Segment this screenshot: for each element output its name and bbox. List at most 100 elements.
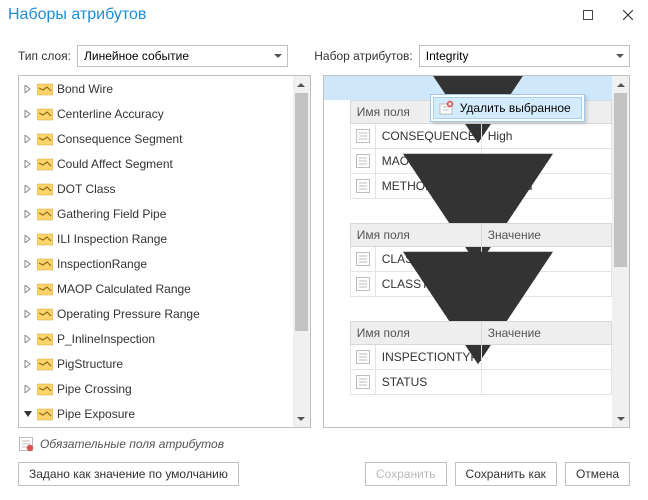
attr-set-select[interactable]: Integrity bbox=[419, 45, 630, 67]
tree-item-label: Bond Wire bbox=[57, 82, 113, 96]
expander-icon[interactable] bbox=[23, 84, 33, 94]
expander-icon[interactable] bbox=[23, 384, 33, 394]
required-fields-text: Обязательные поля атрибутов bbox=[40, 437, 224, 451]
save-as-button[interactable]: Сохранить как bbox=[455, 462, 557, 486]
tree-item-label: Consequence Segment bbox=[57, 132, 182, 146]
layer-type-value: Линейное событие bbox=[84, 49, 189, 63]
grid-row[interactable]: STATUS bbox=[350, 370, 612, 395]
layer-icon bbox=[37, 182, 53, 196]
cancel-button[interactable]: Отмена bbox=[565, 462, 630, 486]
expander-icon[interactable] bbox=[23, 184, 33, 194]
expander-icon[interactable] bbox=[23, 284, 33, 294]
expander-icon[interactable] bbox=[23, 309, 33, 319]
left-panel: Bond Wire Centerline Accuracy Consequence … bbox=[18, 75, 311, 428]
tree-item[interactable]: Pipe Crossing bbox=[19, 376, 293, 401]
titlebar: Наборы атрибутов bbox=[0, 0, 648, 30]
layer-icon bbox=[37, 207, 53, 221]
right-scrollbar[interactable] bbox=[612, 76, 629, 427]
tree-item-label: Gathering Field Pipe bbox=[57, 207, 166, 221]
attr-set-label: Набор атрибутов: bbox=[314, 49, 413, 63]
tree-item[interactable]: PigStructure bbox=[19, 351, 293, 376]
layer-icon bbox=[37, 107, 53, 121]
scroll-up-icon[interactable] bbox=[612, 76, 629, 93]
set-default-button[interactable]: Задано как значение по умолчанию bbox=[18, 462, 239, 486]
context-menu: Удалить выбранное bbox=[430, 94, 585, 122]
cell-value[interactable] bbox=[482, 345, 612, 370]
expander-icon[interactable] bbox=[23, 409, 33, 419]
expander-icon[interactable] bbox=[23, 134, 33, 144]
panels: Bond Wire Centerline Accuracy Consequence … bbox=[0, 75, 648, 428]
field-icon bbox=[350, 345, 376, 370]
scroll-down-icon[interactable] bbox=[612, 410, 629, 427]
buttons-row: Задано как значение по умолчанию Сохрани… bbox=[0, 458, 648, 500]
segment-header[interactable]: DOT Class bbox=[324, 199, 612, 223]
tree-item[interactable]: P_InlineInspection bbox=[19, 326, 293, 351]
tree-item[interactable]: Pipe Exposure bbox=[19, 401, 293, 426]
menu-delete-selected-label: Удалить выбранное bbox=[460, 101, 571, 115]
tree-item-label: ILI Inspection Range bbox=[57, 232, 167, 246]
layer-icon bbox=[37, 407, 53, 421]
grid-header: Имя поляЗначение bbox=[350, 321, 612, 345]
tree-item-label: MAOP Calculated Range bbox=[57, 282, 191, 296]
tree-item[interactable]: DOT Class bbox=[19, 176, 293, 201]
tree-item[interactable]: Centerline Accuracy bbox=[19, 101, 293, 126]
right-panel: Consequence SegmentИмя поляЗначениеCONSE… bbox=[323, 75, 630, 428]
grid-row[interactable]: INSPECTIONTYPE bbox=[350, 345, 612, 370]
cell-field: STATUS bbox=[376, 370, 482, 395]
required-icon bbox=[18, 436, 34, 452]
delete-icon bbox=[438, 100, 454, 116]
layer-icon bbox=[37, 82, 53, 96]
expander-icon[interactable] bbox=[23, 359, 33, 369]
expander-icon[interactable] bbox=[23, 334, 33, 344]
tree-item[interactable]: Could Affect Segment bbox=[19, 151, 293, 176]
expander-icon[interactable] bbox=[23, 209, 33, 219]
cell-field: INSPECTIONTYPE bbox=[376, 345, 482, 370]
tree-item-label: P_InlineInspection bbox=[57, 332, 155, 346]
layer-type-label: Тип слоя: bbox=[18, 49, 71, 63]
layer-icon bbox=[37, 257, 53, 271]
attr-set-value: Integrity bbox=[426, 49, 469, 63]
cell-value[interactable] bbox=[482, 370, 612, 395]
left-scrollbar[interactable] bbox=[293, 76, 310, 427]
layer-icon bbox=[37, 157, 53, 171]
layer-icon bbox=[37, 282, 53, 296]
layer-icon bbox=[37, 382, 53, 396]
col-field: Имя поля bbox=[350, 321, 482, 345]
layer-type-select[interactable]: Линейное событие bbox=[77, 45, 288, 67]
tree-item-label: DOT Class bbox=[57, 182, 115, 196]
layer-icon bbox=[37, 132, 53, 146]
layer-icon bbox=[37, 357, 53, 371]
tree-item[interactable]: InspectionRange bbox=[19, 251, 293, 276]
col-value: Значение bbox=[482, 321, 612, 345]
tree-item[interactable]: Gathering Field Pipe bbox=[19, 201, 293, 226]
segment-header[interactable]: InspectionRange bbox=[324, 297, 612, 321]
scroll-down-icon[interactable] bbox=[293, 410, 310, 427]
close-icon[interactable] bbox=[608, 0, 648, 30]
scroll-up-icon[interactable] bbox=[293, 76, 310, 93]
layer-icon bbox=[37, 307, 53, 321]
save-button[interactable]: Сохранить bbox=[365, 462, 447, 486]
tree-item-label: PigStructure bbox=[57, 357, 123, 371]
tree-item-label: Centerline Accuracy bbox=[57, 107, 164, 121]
tree-item[interactable]: Consequence Segment bbox=[19, 126, 293, 151]
expander-icon[interactable] bbox=[23, 234, 33, 244]
tree-item[interactable]: MAOP Calculated Range bbox=[19, 276, 293, 301]
expander-icon[interactable] bbox=[23, 109, 33, 119]
window-title: Наборы атрибутов bbox=[8, 6, 568, 24]
layer-icon bbox=[37, 332, 53, 346]
expander-icon[interactable] bbox=[23, 159, 33, 169]
tree-item-label: Operating Pressure Range bbox=[57, 307, 200, 321]
tree-item-label: Pipe Exposure bbox=[57, 407, 135, 421]
segment: InspectionRangeИмя поляЗначениеINSPECTIO… bbox=[324, 297, 612, 395]
controls-row: Тип слоя: Линейное событие Набор атрибут… bbox=[0, 30, 648, 75]
tree-item[interactable]: Bond Wire bbox=[19, 76, 293, 101]
tree-item[interactable]: Operating Pressure Range bbox=[19, 301, 293, 326]
tree-item-label: Could Affect Segment bbox=[57, 157, 173, 171]
tree-item-label: InspectionRange bbox=[57, 257, 147, 271]
menu-delete-selected[interactable]: Удалить выбранное bbox=[433, 97, 582, 119]
expander-icon[interactable] bbox=[23, 259, 33, 269]
maximize-icon[interactable] bbox=[568, 0, 608, 30]
tree-item[interactable]: ILI Inspection Range bbox=[19, 226, 293, 251]
footer-info: Обязательные поля атрибутов bbox=[0, 428, 648, 458]
layer-icon bbox=[37, 232, 53, 246]
